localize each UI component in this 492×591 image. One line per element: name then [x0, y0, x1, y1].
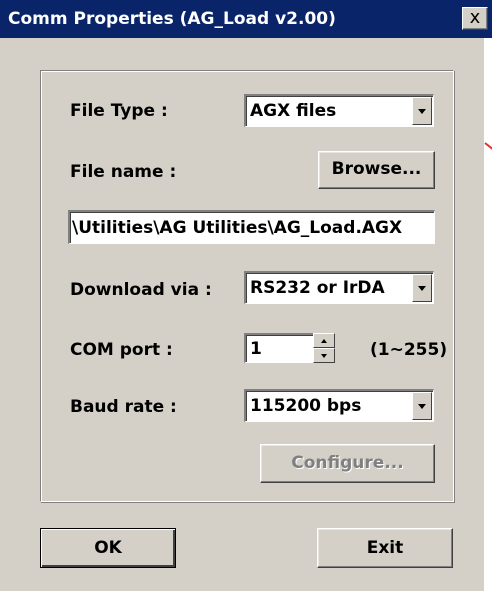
- ok-button[interactable]: OK: [40, 528, 176, 568]
- com-port-input[interactable]: 1: [244, 333, 314, 363]
- file-type-dropdown-button[interactable]: [412, 97, 432, 125]
- close-icon: x: [469, 7, 481, 28]
- file-name-label: File name :: [70, 162, 177, 182]
- file-path-input[interactable]: \Utilities\AG Utilities\AG_Load.AGX: [68, 210, 435, 244]
- com-port-label: COM port :: [70, 340, 173, 360]
- background-edge: [484, 38, 492, 591]
- baud-rate-value: 115200 bps: [250, 396, 362, 416]
- close-button[interactable]: x: [462, 7, 488, 30]
- title-bar[interactable]: Comm Properties (AG_Load v2.00) x: [0, 0, 492, 38]
- file-type-value: AGX files: [250, 101, 337, 121]
- exit-button[interactable]: Exit: [317, 528, 453, 568]
- baud-rate-label: Baud rate :: [70, 397, 177, 417]
- file-type-label: File Type :: [70, 101, 168, 121]
- download-via-dropdown-button[interactable]: [412, 274, 432, 302]
- com-port-value: 1: [250, 338, 262, 359]
- spin-down-button[interactable]: [313, 348, 335, 363]
- window-title: Comm Properties (AG_Load v2.00): [8, 9, 336, 29]
- chevron-up-icon: [321, 338, 327, 343]
- com-port-spinner[interactable]: [313, 333, 335, 363]
- baud-rate-select[interactable]: 115200 bps: [244, 389, 434, 422]
- browse-button[interactable]: Browse...: [318, 151, 435, 189]
- chevron-down-icon: [418, 286, 426, 291]
- file-type-select[interactable]: AGX files: [244, 94, 434, 127]
- chevron-down-icon: [418, 404, 426, 409]
- baud-rate-dropdown-button[interactable]: [412, 392, 432, 420]
- download-via-label: Download via :: [70, 280, 212, 300]
- comm-properties-dialog: Comm Properties (AG_Load v2.00) x File T…: [0, 0, 492, 591]
- com-port-range: (1~255): [370, 340, 448, 360]
- spin-up-button[interactable]: [313, 333, 335, 348]
- chevron-down-icon: [321, 353, 327, 358]
- file-path-value: \Utilities\AG Utilities\AG_Load.AGX: [72, 217, 403, 238]
- download-via-select[interactable]: RS232 or IrDA: [244, 271, 434, 304]
- chevron-down-icon: [418, 109, 426, 114]
- configure-button[interactable]: Configure...: [260, 444, 435, 483]
- download-via-value: RS232 or IrDA: [250, 278, 385, 298]
